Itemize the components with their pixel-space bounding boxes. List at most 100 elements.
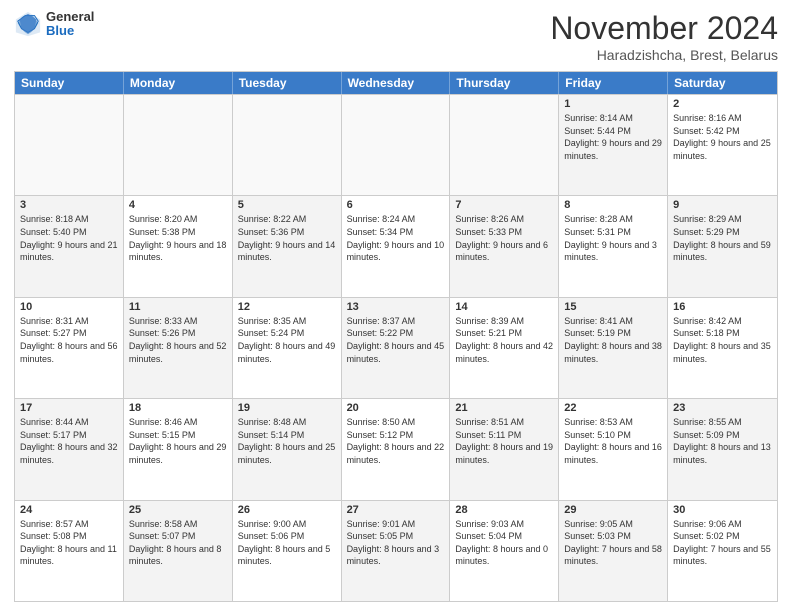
cal-cell-20: 20 Sunrise: 8:50 AM Sunset: 5:12 PM Dayli… (342, 399, 451, 499)
day-info: Sunrise: 8:37 AM Sunset: 5:22 PM Dayligh… (347, 315, 445, 365)
cal-cell-3: 3Sunrise: 8:18 AM Sunset: 5:40 PM Daylig… (15, 196, 124, 296)
month-title: November 2024 (550, 10, 778, 47)
cal-cell-9: 9 Sunrise: 8:29 AM Sunset: 5:29 PM Daylig… (668, 196, 777, 296)
day-number: 2 (673, 98, 772, 110)
logo-text: General Blue (46, 10, 94, 39)
cal-header-monday: Monday (124, 72, 233, 94)
day-info: Sunrise: 8:39 AM Sunset: 5:21 PM Dayligh… (455, 315, 553, 365)
day-info: Sunrise: 8:55 AM Sunset: 5:09 PM Dayligh… (673, 416, 772, 466)
day-number: 13 (347, 301, 445, 313)
day-number: 26 (238, 504, 336, 516)
cal-row-1: 3Sunrise: 8:18 AM Sunset: 5:40 PM Daylig… (15, 195, 777, 296)
day-info: Sunrise: 9:00 AM Sunset: 5:06 PM Dayligh… (238, 518, 336, 568)
cal-row-2: 10Sunrise: 8:31 AM Sunset: 5:27 PM Dayli… (15, 297, 777, 398)
day-number: 14 (455, 301, 553, 313)
day-number: 24 (20, 504, 118, 516)
day-info: Sunrise: 8:24 AM Sunset: 5:34 PM Dayligh… (347, 213, 445, 263)
day-info: Sunrise: 8:33 AM Sunset: 5:26 PM Dayligh… (129, 315, 227, 365)
cal-cell-empty-0 (15, 95, 124, 195)
day-number: 15 (564, 301, 662, 313)
day-info: Sunrise: 8:57 AM Sunset: 5:08 PM Dayligh… (20, 518, 118, 568)
day-number: 16 (673, 301, 772, 313)
cal-row-4: 24 Sunrise: 8:57 AM Sunset: 5:08 PM Dayli… (15, 500, 777, 601)
day-number: 11 (129, 301, 227, 313)
cal-cell-2: 2 Sunrise: 8:16 AM Sunset: 5:42 PM Daylig… (668, 95, 777, 195)
cal-cell-4: 4Sunrise: 8:20 AM Sunset: 5:38 PM Daylig… (124, 196, 233, 296)
day-number: 29 (564, 504, 662, 516)
day-info: Sunrise: 8:41 AM Sunset: 5:19 PM Dayligh… (564, 315, 662, 365)
day-info: Sunrise: 8:46 AM Sunset: 5:15 PM Dayligh… (129, 416, 227, 466)
logo-general: General (46, 10, 94, 24)
day-number: 22 (564, 402, 662, 414)
day-info: Sunrise: 8:29 AM Sunset: 5:29 PM Dayligh… (673, 213, 772, 263)
cal-cell-17: 17 Sunrise: 8:44 AM Sunset: 5:17 PM Dayli… (15, 399, 124, 499)
day-info: Sunrise: 8:48 AM Sunset: 5:14 PM Dayligh… (238, 416, 336, 466)
day-number: 6 (347, 199, 445, 211)
day-number: 20 (347, 402, 445, 414)
day-number: 3 (20, 199, 118, 211)
day-number: 30 (673, 504, 772, 516)
day-number: 8 (564, 199, 662, 211)
day-info: Sunrise: 8:16 AM Sunset: 5:42 PM Dayligh… (673, 112, 772, 162)
logo: General Blue (14, 10, 94, 39)
day-number: 1 (564, 98, 662, 110)
cal-cell-10: 10Sunrise: 8:31 AM Sunset: 5:27 PM Dayli… (15, 298, 124, 398)
day-info: Sunrise: 8:26 AM Sunset: 5:33 PM Dayligh… (455, 213, 553, 263)
cal-cell-28: 28Sunrise: 9:03 AM Sunset: 5:04 PM Dayli… (450, 501, 559, 601)
cal-cell-7: 7Sunrise: 8:26 AM Sunset: 5:33 PM Daylig… (450, 196, 559, 296)
day-number: 5 (238, 199, 336, 211)
day-number: 27 (347, 504, 445, 516)
cal-cell-empty-1 (124, 95, 233, 195)
day-number: 17 (20, 402, 118, 414)
cal-cell-12: 12Sunrise: 8:35 AM Sunset: 5:24 PM Dayli… (233, 298, 342, 398)
cal-cell-27: 27 Sunrise: 9:01 AM Sunset: 5:05 PM Dayli… (342, 501, 451, 601)
cal-cell-empty-4 (450, 95, 559, 195)
cal-cell-8: 8 Sunrise: 8:28 AM Sunset: 5:31 PM Daylig… (559, 196, 668, 296)
title-section: November 2024 Haradzishcha, Brest, Belar… (550, 10, 778, 63)
day-info: Sunrise: 9:05 AM Sunset: 5:03 PM Dayligh… (564, 518, 662, 568)
logo-icon (14, 10, 42, 38)
day-info: Sunrise: 8:20 AM Sunset: 5:38 PM Dayligh… (129, 213, 227, 263)
day-info: Sunrise: 9:03 AM Sunset: 5:04 PM Dayligh… (455, 518, 553, 568)
cal-cell-empty-3 (342, 95, 451, 195)
cal-row-3: 17 Sunrise: 8:44 AM Sunset: 5:17 PM Dayli… (15, 398, 777, 499)
cal-cell-15: 15 Sunrise: 8:41 AM Sunset: 5:19 PM Dayli… (559, 298, 668, 398)
cal-cell-23: 23 Sunrise: 8:55 AM Sunset: 5:09 PM Dayli… (668, 399, 777, 499)
cal-cell-empty-2 (233, 95, 342, 195)
cal-cell-11: 11 Sunrise: 8:33 AM Sunset: 5:26 PM Dayli… (124, 298, 233, 398)
cal-header-saturday: Saturday (668, 72, 777, 94)
day-number: 9 (673, 199, 772, 211)
cal-cell-13: 13 Sunrise: 8:37 AM Sunset: 5:22 PM Dayli… (342, 298, 451, 398)
location-subtitle: Haradzishcha, Brest, Belarus (550, 47, 778, 63)
cal-row-0: 1Sunrise: 8:14 AM Sunset: 5:44 PM Daylig… (15, 94, 777, 195)
cal-cell-21: 21 Sunrise: 8:51 AM Sunset: 5:11 PM Dayli… (450, 399, 559, 499)
cal-header-wednesday: Wednesday (342, 72, 451, 94)
cal-header-sunday: Sunday (15, 72, 124, 94)
cal-header-friday: Friday (559, 72, 668, 94)
day-number: 25 (129, 504, 227, 516)
day-info: Sunrise: 9:01 AM Sunset: 5:05 PM Dayligh… (347, 518, 445, 568)
day-info: Sunrise: 8:50 AM Sunset: 5:12 PM Dayligh… (347, 416, 445, 466)
day-info: Sunrise: 8:44 AM Sunset: 5:17 PM Dayligh… (20, 416, 118, 466)
cal-cell-24: 24 Sunrise: 8:57 AM Sunset: 5:08 PM Dayli… (15, 501, 124, 601)
cal-cell-26: 26 Sunrise: 9:00 AM Sunset: 5:06 PM Dayli… (233, 501, 342, 601)
cal-cell-18: 18 Sunrise: 8:46 AM Sunset: 5:15 PM Dayli… (124, 399, 233, 499)
logo-blue: Blue (46, 24, 94, 38)
calendar-header: SundayMondayTuesdayWednesdayThursdayFrid… (15, 72, 777, 94)
day-number: 23 (673, 402, 772, 414)
cal-cell-22: 22Sunrise: 8:53 AM Sunset: 5:10 PM Dayli… (559, 399, 668, 499)
day-info: Sunrise: 8:42 AM Sunset: 5:18 PM Dayligh… (673, 315, 772, 365)
cal-header-thursday: Thursday (450, 72, 559, 94)
day-info: Sunrise: 8:28 AM Sunset: 5:31 PM Dayligh… (564, 213, 662, 263)
day-info: Sunrise: 8:58 AM Sunset: 5:07 PM Dayligh… (129, 518, 227, 568)
day-number: 18 (129, 402, 227, 414)
cal-header-tuesday: Tuesday (233, 72, 342, 94)
day-info: Sunrise: 8:22 AM Sunset: 5:36 PM Dayligh… (238, 213, 336, 263)
day-info: Sunrise: 8:35 AM Sunset: 5:24 PM Dayligh… (238, 315, 336, 365)
cal-cell-14: 14 Sunrise: 8:39 AM Sunset: 5:21 PM Dayli… (450, 298, 559, 398)
day-number: 10 (20, 301, 118, 313)
cal-cell-30: 30Sunrise: 9:06 AM Sunset: 5:02 PM Dayli… (668, 501, 777, 601)
day-number: 21 (455, 402, 553, 414)
day-info: Sunrise: 8:51 AM Sunset: 5:11 PM Dayligh… (455, 416, 553, 466)
cal-cell-1: 1Sunrise: 8:14 AM Sunset: 5:44 PM Daylig… (559, 95, 668, 195)
